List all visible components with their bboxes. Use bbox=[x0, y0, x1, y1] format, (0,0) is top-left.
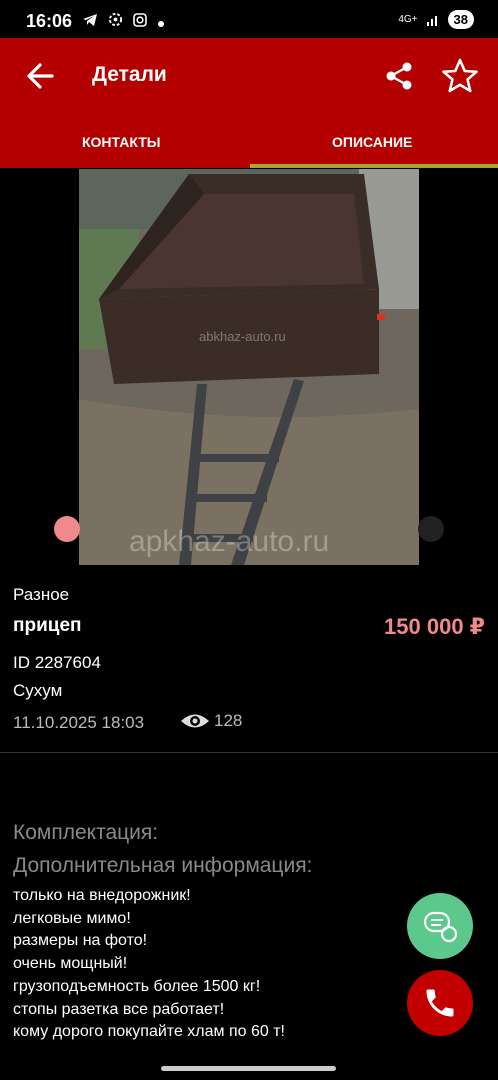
description-line: грузоподъемность более 1500 кг! bbox=[13, 977, 261, 995]
description-line: очень мощный! bbox=[13, 955, 128, 973]
eye-icon bbox=[181, 714, 209, 728]
watermark-large: apkhaz-auto.ru bbox=[129, 525, 329, 558]
home-indicator[interactable] bbox=[161, 1066, 336, 1071]
tab-indicator bbox=[250, 164, 498, 168]
watermark-small: abkhaz-auto.ru bbox=[199, 329, 286, 344]
page-title: Детали bbox=[92, 63, 167, 86]
views-count: 128 bbox=[214, 711, 243, 730]
settings-icon bbox=[109, 12, 123, 27]
equipment-heading: Комплектация: bbox=[13, 821, 159, 844]
listing-city: Сухум bbox=[13, 681, 63, 700]
battery-indicator: 38 bbox=[447, 10, 474, 29]
extra-info-heading: Дополнительная информация: bbox=[13, 854, 313, 877]
app-bar: Детали КОНТАКТЫ ОПИСАНИЕ bbox=[0, 38, 498, 168]
description-line: размеры на фото! bbox=[13, 932, 148, 950]
phone-icon bbox=[426, 989, 454, 1017]
description-line: кому дорого покупайте хлам по 60 т! bbox=[13, 1023, 285, 1041]
instagram-icon bbox=[133, 13, 148, 27]
gallery-prev-dot[interactable] bbox=[54, 516, 80, 542]
call-button[interactable] bbox=[407, 970, 473, 1036]
description-text: только на внедорожник! легковые мимо! ра… bbox=[13, 885, 285, 1044]
chat-button[interactable] bbox=[407, 893, 473, 959]
tab-contacts[interactable]: КОНТАКТЫ bbox=[82, 134, 160, 150]
status-bar: 16:06 4G+ 38 bbox=[0, 0, 498, 38]
gallery-next-dot[interactable] bbox=[418, 516, 444, 542]
listing-name: прицеп bbox=[13, 615, 82, 636]
description-line: стопы разетка все работает! bbox=[13, 1000, 225, 1018]
notification-icons bbox=[82, 12, 164, 31]
signal-icon bbox=[426, 15, 437, 26]
trailer-image: abkhaz-auto.ru apkhaz-auto.ru bbox=[79, 169, 419, 565]
status-time: 16:06 bbox=[26, 11, 73, 31]
telegram-icon bbox=[83, 14, 97, 26]
views-counter: 128 bbox=[180, 711, 242, 731]
listing-date: 11.10.2025 18:03 bbox=[13, 713, 145, 732]
listing-price: 150 000 ₽ bbox=[384, 614, 485, 639]
listing-category: Разное bbox=[13, 585, 70, 604]
share-icon[interactable] bbox=[383, 60, 415, 92]
dot-icon bbox=[157, 21, 164, 27]
description-line: легковые мимо! bbox=[13, 909, 131, 927]
star-outline-icon[interactable] bbox=[441, 57, 479, 95]
description-line: только на внедорожник! bbox=[13, 887, 191, 904]
listing-id: ID 2287604 bbox=[13, 653, 101, 672]
arrow-left-icon[interactable] bbox=[22, 58, 58, 94]
network-label: 4G+ bbox=[398, 14, 418, 25]
tab-description[interactable]: ОПИСАНИЕ bbox=[332, 134, 412, 150]
chat-icon bbox=[423, 911, 458, 943]
listing-photo[interactable]: abkhaz-auto.ru apkhaz-auto.ru bbox=[79, 169, 419, 565]
divider bbox=[0, 752, 498, 753]
